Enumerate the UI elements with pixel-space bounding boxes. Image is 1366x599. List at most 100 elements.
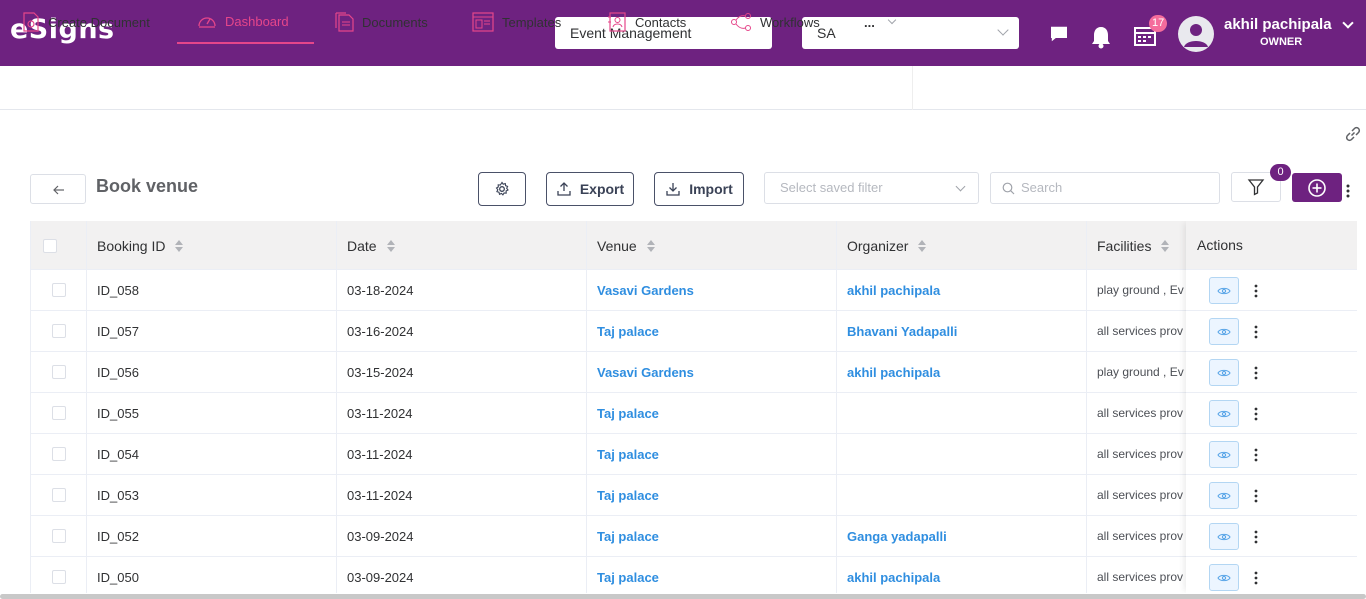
row-checkbox[interactable] (52, 283, 66, 297)
facilities-cell: all services prov (1097, 406, 1184, 420)
more-vertical-icon[interactable] (1254, 325, 1258, 339)
table-row[interactable]: ID_050 03-09-2024 Taj palace akhil pachipal… (31, 557, 1357, 593)
organizer-link[interactable]: Bhavani Yadapalli (837, 311, 1086, 351)
booking-id-cell: ID_058 (97, 282, 139, 298)
more-vertical-icon[interactable] (1254, 489, 1258, 503)
row-checkbox[interactable] (52, 447, 66, 461)
export-icon (557, 182, 571, 196)
import-button[interactable]: Import (654, 172, 744, 206)
column-header-actions: Actions (1186, 221, 1357, 270)
nav-more[interactable]: ... (864, 0, 897, 44)
sort-icon[interactable] (175, 239, 184, 252)
more-vertical-icon[interactable] (1254, 571, 1258, 585)
view-button[interactable] (1209, 482, 1239, 509)
view-button[interactable] (1209, 318, 1239, 345)
view-button[interactable] (1209, 564, 1239, 591)
date-cell: 03-09-2024 (347, 569, 414, 585)
venue-link[interactable]: Taj palace (587, 557, 836, 593)
more-vertical-icon[interactable] (1346, 184, 1350, 198)
horizontal-scrollbar[interactable] (0, 594, 1366, 599)
venue-link[interactable]: Taj palace (587, 311, 836, 351)
nav-documents[interactable]: Documents (334, 0, 428, 44)
sort-icon[interactable] (918, 239, 927, 252)
export-label: Export (579, 181, 625, 197)
sort-icon[interactable] (1161, 239, 1170, 252)
table-row[interactable]: ID_052 03-09-2024 Taj palace Ganga yadapall… (31, 516, 1357, 557)
bell-icon[interactable] (1090, 25, 1112, 49)
column-header-facilities[interactable]: Facilities (1087, 221, 1170, 270)
venue-link[interactable]: Taj palace (587, 516, 836, 556)
organizer-link[interactable]: akhil pachipala (837, 557, 1086, 593)
table-row[interactable]: ID_053 03-11-2024 Taj palace all services p… (31, 475, 1357, 516)
chat-icon[interactable] (1048, 26, 1070, 42)
chevron-down-icon[interactable] (1342, 17, 1354, 29)
nav-templates[interactable]: Templates (472, 0, 561, 44)
column-header-date[interactable]: Date (337, 221, 395, 270)
view-button[interactable] (1209, 523, 1239, 550)
more-vertical-icon[interactable] (1254, 448, 1258, 462)
view-button[interactable] (1209, 277, 1239, 304)
row-checkbox[interactable] (52, 529, 66, 543)
export-button[interactable]: Export (546, 172, 634, 206)
search-input[interactable]: Search (990, 172, 1220, 204)
organizer-link[interactable]: akhil pachipala (837, 270, 1086, 310)
funnel-icon (1247, 179, 1265, 196)
sort-icon[interactable] (646, 239, 655, 252)
workspace-selector[interactable]: SA (802, 17, 1019, 49)
nav-workflows[interactable]: Workflows (730, 0, 820, 44)
eye-icon (1217, 369, 1231, 376)
venue-link[interactable]: Taj palace (587, 434, 836, 474)
organizer-link[interactable] (837, 434, 1086, 474)
booking-id-cell: ID_055 (97, 405, 139, 421)
row-checkbox[interactable] (52, 324, 66, 338)
table-row[interactable]: ID_055 03-11-2024 Taj palace all services p… (31, 393, 1357, 434)
column-header-venue[interactable]: Venue (587, 221, 655, 270)
select-all-checkbox[interactable] (43, 238, 57, 253)
more-vertical-icon[interactable] (1254, 530, 1258, 544)
row-checkbox[interactable] (52, 406, 66, 420)
view-button[interactable] (1209, 400, 1239, 427)
more-vertical-icon[interactable] (1254, 284, 1258, 298)
user-avatar-icon[interactable] (1178, 16, 1214, 52)
venue-link[interactable]: Taj palace (587, 393, 836, 433)
organizer-link[interactable] (837, 393, 1086, 433)
venue-link[interactable]: Vasavi Gardens (587, 352, 836, 392)
nav-label: Create Document (48, 14, 150, 30)
search-placeholder: Search (1021, 180, 1063, 195)
page-title: Book venue (96, 176, 199, 196)
table-row[interactable]: ID_058 03-18-2024 Vasavi Gardens akhil pach… (31, 270, 1357, 311)
more-vertical-icon[interactable] (1254, 407, 1258, 421)
organizer-link[interactable]: akhil pachipala (837, 352, 1086, 392)
more-vertical-icon[interactable] (1254, 366, 1258, 380)
nav-create-document[interactable]: Create Document (22, 0, 150, 44)
nav-label: Dashboard (225, 13, 289, 29)
table-row[interactable]: ID_056 03-15-2024 Vasavi Gardens akhil pach… (31, 352, 1357, 393)
date-cell: 03-18-2024 (347, 282, 414, 298)
view-button[interactable] (1209, 441, 1239, 468)
table-header: Booking ID Date Venue Organizer Faciliti… (31, 221, 1357, 270)
table-row[interactable]: ID_057 03-16-2024 Taj palace Bhavani Yadapa… (31, 311, 1357, 352)
nav-dashboard[interactable]: Dashboard (177, 0, 314, 44)
organizer-link[interactable] (837, 475, 1086, 515)
nav-label: Workflows (760, 14, 820, 30)
row-select-cell (31, 393, 86, 433)
column-header-booking-id[interactable]: Booking ID (87, 221, 184, 270)
user-name[interactable]: akhil pachipala (1224, 16, 1332, 33)
saved-filter-select[interactable]: Select saved filter (764, 172, 979, 204)
settings-button[interactable] (478, 172, 526, 206)
table-row[interactable]: ID_054 03-11-2024 Taj palace all services p… (31, 434, 1357, 475)
back-button[interactable] (30, 174, 86, 204)
facilities-cell: all services prov (1097, 324, 1184, 338)
add-record-button[interactable] (1292, 173, 1342, 202)
link-icon[interactable] (1344, 125, 1362, 143)
venue-link[interactable]: Taj palace (587, 475, 836, 515)
organizer-link[interactable]: Ganga yadapalli (837, 516, 1086, 556)
venue-link[interactable]: Vasavi Gardens (587, 270, 836, 310)
sort-icon[interactable] (386, 239, 395, 252)
view-button[interactable] (1209, 359, 1239, 386)
nav-contacts[interactable]: Contacts (607, 0, 686, 44)
row-checkbox[interactable] (52, 488, 66, 502)
column-header-organizer[interactable]: Organizer (837, 221, 927, 270)
row-checkbox[interactable] (52, 365, 66, 379)
row-checkbox[interactable] (52, 570, 66, 584)
